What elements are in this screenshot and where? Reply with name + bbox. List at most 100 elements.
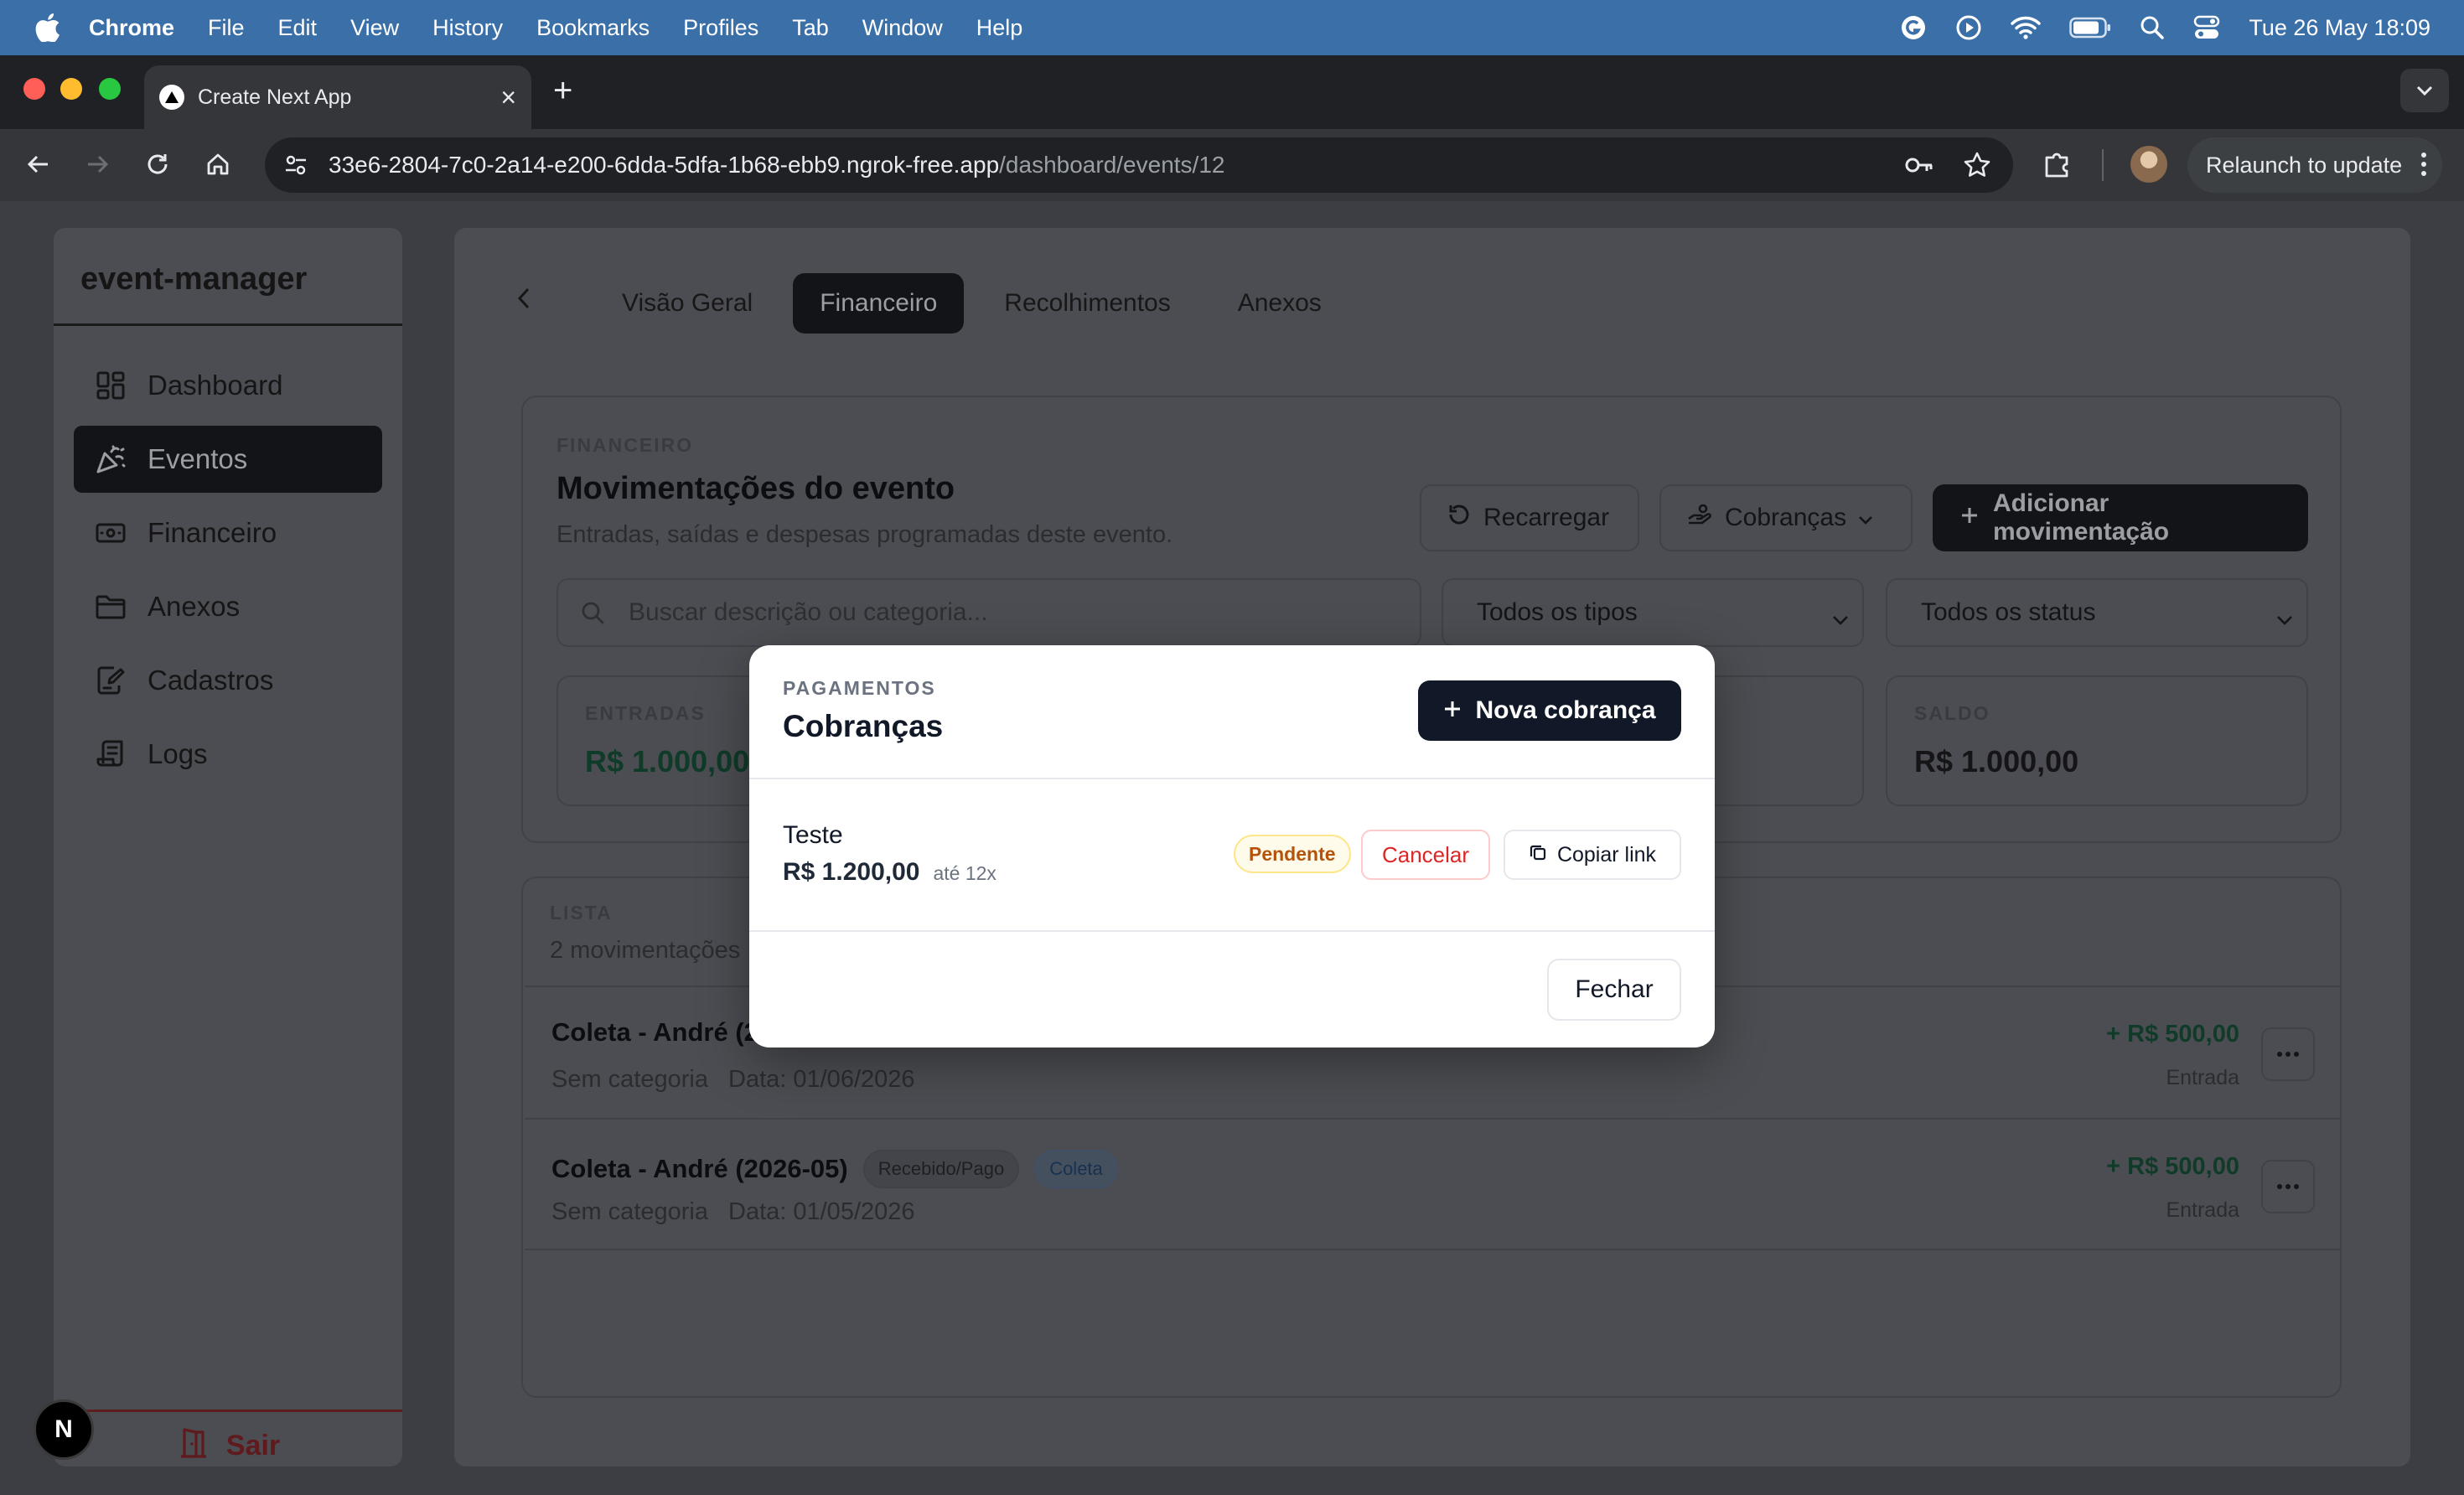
sidebar-item-label: Anexos bbox=[148, 591, 241, 622]
tab-search-chevron-icon[interactable] bbox=[2400, 69, 2449, 112]
menu-help[interactable]: Help bbox=[976, 15, 1023, 41]
charges-label: Cobranças bbox=[1725, 504, 1847, 531]
new-charge-button[interactable]: Nova cobrança bbox=[1418, 680, 1681, 741]
edit-document-icon bbox=[94, 664, 127, 697]
more-horizontal-icon bbox=[2276, 1179, 2300, 1194]
back-chevron-icon[interactable] bbox=[515, 285, 533, 316]
toolbar-divider bbox=[2102, 149, 2104, 181]
charge-amount-line: R$ 1.200,00 até 12x bbox=[783, 858, 996, 887]
browser-tab-active[interactable]: Create Next App × bbox=[144, 65, 531, 129]
table-row[interactable]: Coleta - André (2026-05) Recebido/Pago C… bbox=[525, 1118, 2340, 1250]
status-filter-select[interactable]: Todos os status bbox=[1886, 578, 2308, 647]
cancel-charge-button[interactable]: Cancelar bbox=[1361, 830, 1490, 880]
back-arrow-icon[interactable] bbox=[22, 147, 55, 181]
window-minimize-button[interactable] bbox=[60, 78, 82, 100]
menu-bookmarks[interactable]: Bookmarks bbox=[536, 15, 650, 41]
control-center-icon[interactable] bbox=[2193, 15, 2220, 40]
close-modal-button[interactable]: Fechar bbox=[1547, 959, 1681, 1021]
copy-icon bbox=[1529, 843, 1547, 867]
chevron-down-icon bbox=[1832, 605, 1849, 634]
row-amount: + R$ 500,00 bbox=[2106, 1021, 2239, 1048]
menu-clock[interactable]: Tue 26 May 18:09 bbox=[2249, 15, 2430, 41]
sidebar-item-logs[interactable]: Logs bbox=[74, 721, 382, 788]
sidebar-item-dashboard[interactable]: Dashboard bbox=[74, 352, 382, 419]
tab-visao-geral[interactable]: Visão Geral bbox=[595, 273, 779, 334]
play-circle-icon[interactable] bbox=[1955, 14, 1982, 41]
apple-icon[interactable] bbox=[35, 13, 64, 42]
row-kind: Entrada bbox=[2166, 1198, 2239, 1222]
rotate-ccw-icon bbox=[1447, 502, 1472, 534]
profile-avatar[interactable] bbox=[2130, 146, 2167, 183]
menu-window[interactable]: Window bbox=[862, 15, 943, 41]
sidebar-item-cadastros[interactable]: Cadastros bbox=[74, 647, 382, 714]
sidebar-item-financeiro[interactable]: Financeiro bbox=[74, 499, 382, 566]
row-actions-button[interactable] bbox=[2261, 1027, 2315, 1081]
menu-profiles[interactable]: Profiles bbox=[683, 15, 758, 41]
menu-app-name[interactable]: Chrome bbox=[89, 15, 174, 41]
menu-file[interactable]: File bbox=[208, 15, 245, 41]
copy-link-button[interactable]: Copiar link bbox=[1504, 830, 1681, 880]
reload-icon[interactable] bbox=[141, 147, 174, 181]
row-category: Sem categoria bbox=[551, 1066, 708, 1093]
grammarly-icon[interactable] bbox=[1900, 14, 1927, 41]
plus-icon bbox=[1959, 504, 1980, 532]
status-badge: Recebido/Pago bbox=[862, 1150, 1020, 1188]
charges-dropdown-button[interactable]: Cobranças bbox=[1659, 484, 1913, 551]
scroll-icon bbox=[94, 737, 127, 771]
sidebar-item-eventos[interactable]: Eventos bbox=[74, 426, 382, 493]
menu-view[interactable]: View bbox=[350, 15, 399, 41]
add-movement-button[interactable]: Adicionar movimentação bbox=[1933, 484, 2308, 551]
forward-arrow-icon[interactable] bbox=[80, 147, 114, 181]
tab-recolhimentos[interactable]: Recolhimentos bbox=[977, 273, 1197, 334]
more-horizontal-icon bbox=[2276, 1047, 2300, 1062]
search-icon bbox=[580, 600, 605, 625]
status-filter-value: Todos os status bbox=[1921, 598, 2096, 626]
relaunch-button[interactable]: Relaunch to update bbox=[2187, 137, 2442, 193]
finance-title: Movimentações do evento bbox=[556, 471, 955, 506]
row-kind: Entrada bbox=[2166, 1066, 2239, 1089]
kebab-menu-icon[interactable] bbox=[2420, 151, 2427, 184]
type-filter-select[interactable]: Todos os tipos bbox=[1442, 578, 1864, 647]
logout-button[interactable]: Sair bbox=[54, 1425, 402, 1467]
reload-button[interactable]: Recarregar bbox=[1420, 484, 1639, 551]
window-close-button[interactable] bbox=[23, 78, 45, 100]
sidebar-item-label: Logs bbox=[148, 738, 208, 769]
type-filter-value: Todos os tipos bbox=[1477, 598, 1638, 626]
window-zoom-button[interactable] bbox=[99, 78, 121, 100]
sidebar-item-anexos[interactable]: Anexos bbox=[74, 573, 382, 640]
tab-close-icon[interactable]: × bbox=[500, 82, 516, 113]
row-actions-button[interactable] bbox=[2261, 1160, 2315, 1213]
row-meta: Sem categoria Data: 01/05/2026 bbox=[551, 1198, 915, 1226]
new-tab-icon[interactable]: + bbox=[553, 72, 572, 110]
nextjs-dev-badge[interactable]: N bbox=[34, 1399, 94, 1460]
site-settings-icon[interactable] bbox=[282, 151, 310, 179]
macos-menu-bar: Chrome File Edit View History Bookmarks … bbox=[0, 0, 2464, 55]
category-tag: Coleta bbox=[1034, 1150, 1118, 1188]
row-date: Data: 01/05/2026 bbox=[728, 1198, 915, 1225]
menu-edit[interactable]: Edit bbox=[278, 15, 318, 41]
stat-saldo-value: R$ 1.000,00 bbox=[1914, 744, 2079, 779]
tab-financeiro[interactable]: Financeiro bbox=[793, 273, 965, 334]
spotlight-search-icon[interactable] bbox=[2140, 15, 2165, 40]
banknote-icon bbox=[94, 516, 127, 550]
url-host: 33e6-2804-7c0-2a14-e200-6dda-5dfa-1b68-e… bbox=[329, 152, 1000, 178]
tab-anexos[interactable]: Anexos bbox=[1211, 273, 1348, 334]
menu-history[interactable]: History bbox=[432, 15, 503, 41]
menu-tab[interactable]: Tab bbox=[792, 15, 829, 41]
search-input[interactable]: Buscar descrição ou categoria... bbox=[556, 578, 1421, 647]
row-title-text: Coleta - André (2026-05) bbox=[551, 1154, 848, 1183]
copy-link-label: Copiar link bbox=[1556, 842, 1657, 866]
wifi-icon[interactable] bbox=[2011, 16, 2042, 39]
stat-saldo-label: SALDO bbox=[1914, 702, 1990, 724]
battery-icon[interactable] bbox=[2069, 17, 2111, 39]
logout-label: Sair bbox=[225, 1429, 281, 1461]
address-bar[interactable]: 33e6-2804-7c0-2a14-e200-6dda-5dfa-1b68-e… bbox=[265, 137, 2013, 193]
home-icon[interactable] bbox=[201, 147, 235, 181]
password-key-icon[interactable] bbox=[1904, 151, 1934, 185]
reload-label: Recarregar bbox=[1483, 504, 1610, 531]
bookmark-star-icon[interactable] bbox=[1963, 151, 1991, 185]
dashboard-grid-icon bbox=[94, 369, 127, 402]
modal-eyebrow: PAGAMENTOS bbox=[783, 677, 936, 699]
search-placeholder: Buscar descrição ou categoria... bbox=[629, 598, 988, 626]
extensions-puzzle-icon[interactable] bbox=[2042, 147, 2073, 184]
